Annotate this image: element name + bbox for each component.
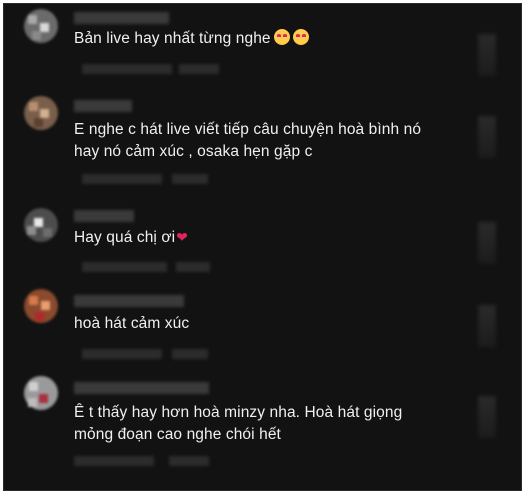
comment-text: E nghe c hát live viết tiếp câu chuyện h… <box>74 119 471 163</box>
like-button-blurred[interactable] <box>478 305 496 347</box>
reply-button-blurred[interactable] <box>176 262 210 272</box>
comment-text-line: Bản live hay nhất từng nghe <box>74 30 271 47</box>
comment-meta-blurred <box>82 174 162 184</box>
comment-text-line: Hay quá chị ơi <box>74 229 176 246</box>
comment-text-line: hoà hát cảm xúc <box>74 315 190 332</box>
username-blurred[interactable] <box>74 12 169 24</box>
username-blurred[interactable] <box>74 295 184 307</box>
username-blurred[interactable] <box>74 100 132 112</box>
comment-text: Hay quá chị ơi❤ <box>74 226 471 249</box>
reply-button-blurred[interactable] <box>172 174 208 184</box>
comment-feed: Bản live hay nhất từng nghe E nghe c hát… <box>3 3 522 491</box>
comment-text-line: hay nó cảm xúc , osaka hẹn gặp c <box>74 143 313 160</box>
like-button-blurred[interactable] <box>478 396 496 438</box>
avatar[interactable] <box>24 208 58 242</box>
heart-emoji-icon: ❤ <box>176 229 189 245</box>
like-button-blurred[interactable] <box>478 34 496 76</box>
reply-button-blurred[interactable] <box>179 64 219 74</box>
like-button-blurred[interactable] <box>478 116 496 158</box>
comment-text: Bản live hay nhất từng nghe <box>74 28 471 50</box>
comment-text-line: mỏng đoạn cao nghe chói hết <box>74 426 281 443</box>
username-blurred[interactable] <box>74 382 209 394</box>
like-button-blurred[interactable] <box>478 222 496 264</box>
avatar[interactable] <box>24 289 58 323</box>
comment-meta-blurred <box>74 456 154 466</box>
star-struck-emoji-icon <box>292 29 309 45</box>
avatar[interactable] <box>24 376 58 410</box>
comment-text-line: Ê t thấy hay hơn hoà minzy nha. Hoà hát … <box>74 404 403 421</box>
comment-meta-blurred <box>82 349 162 359</box>
comment-text: Ê t thấy hay hơn hoà minzy nha. Hoà hát … <box>74 402 471 446</box>
comment-text: hoà hát cảm xúc <box>74 313 471 335</box>
reply-button-blurred[interactable] <box>169 456 209 466</box>
reply-button-blurred[interactable] <box>172 349 208 359</box>
star-struck-emoji-icon <box>273 29 290 45</box>
avatar[interactable] <box>24 9 58 43</box>
comment-meta-blurred <box>82 262 167 272</box>
comment-text-line: E nghe c hát live viết tiếp câu chuyện h… <box>74 121 422 138</box>
comment-meta-blurred <box>82 64 172 74</box>
username-blurred[interactable] <box>74 210 134 222</box>
avatar[interactable] <box>24 96 58 130</box>
